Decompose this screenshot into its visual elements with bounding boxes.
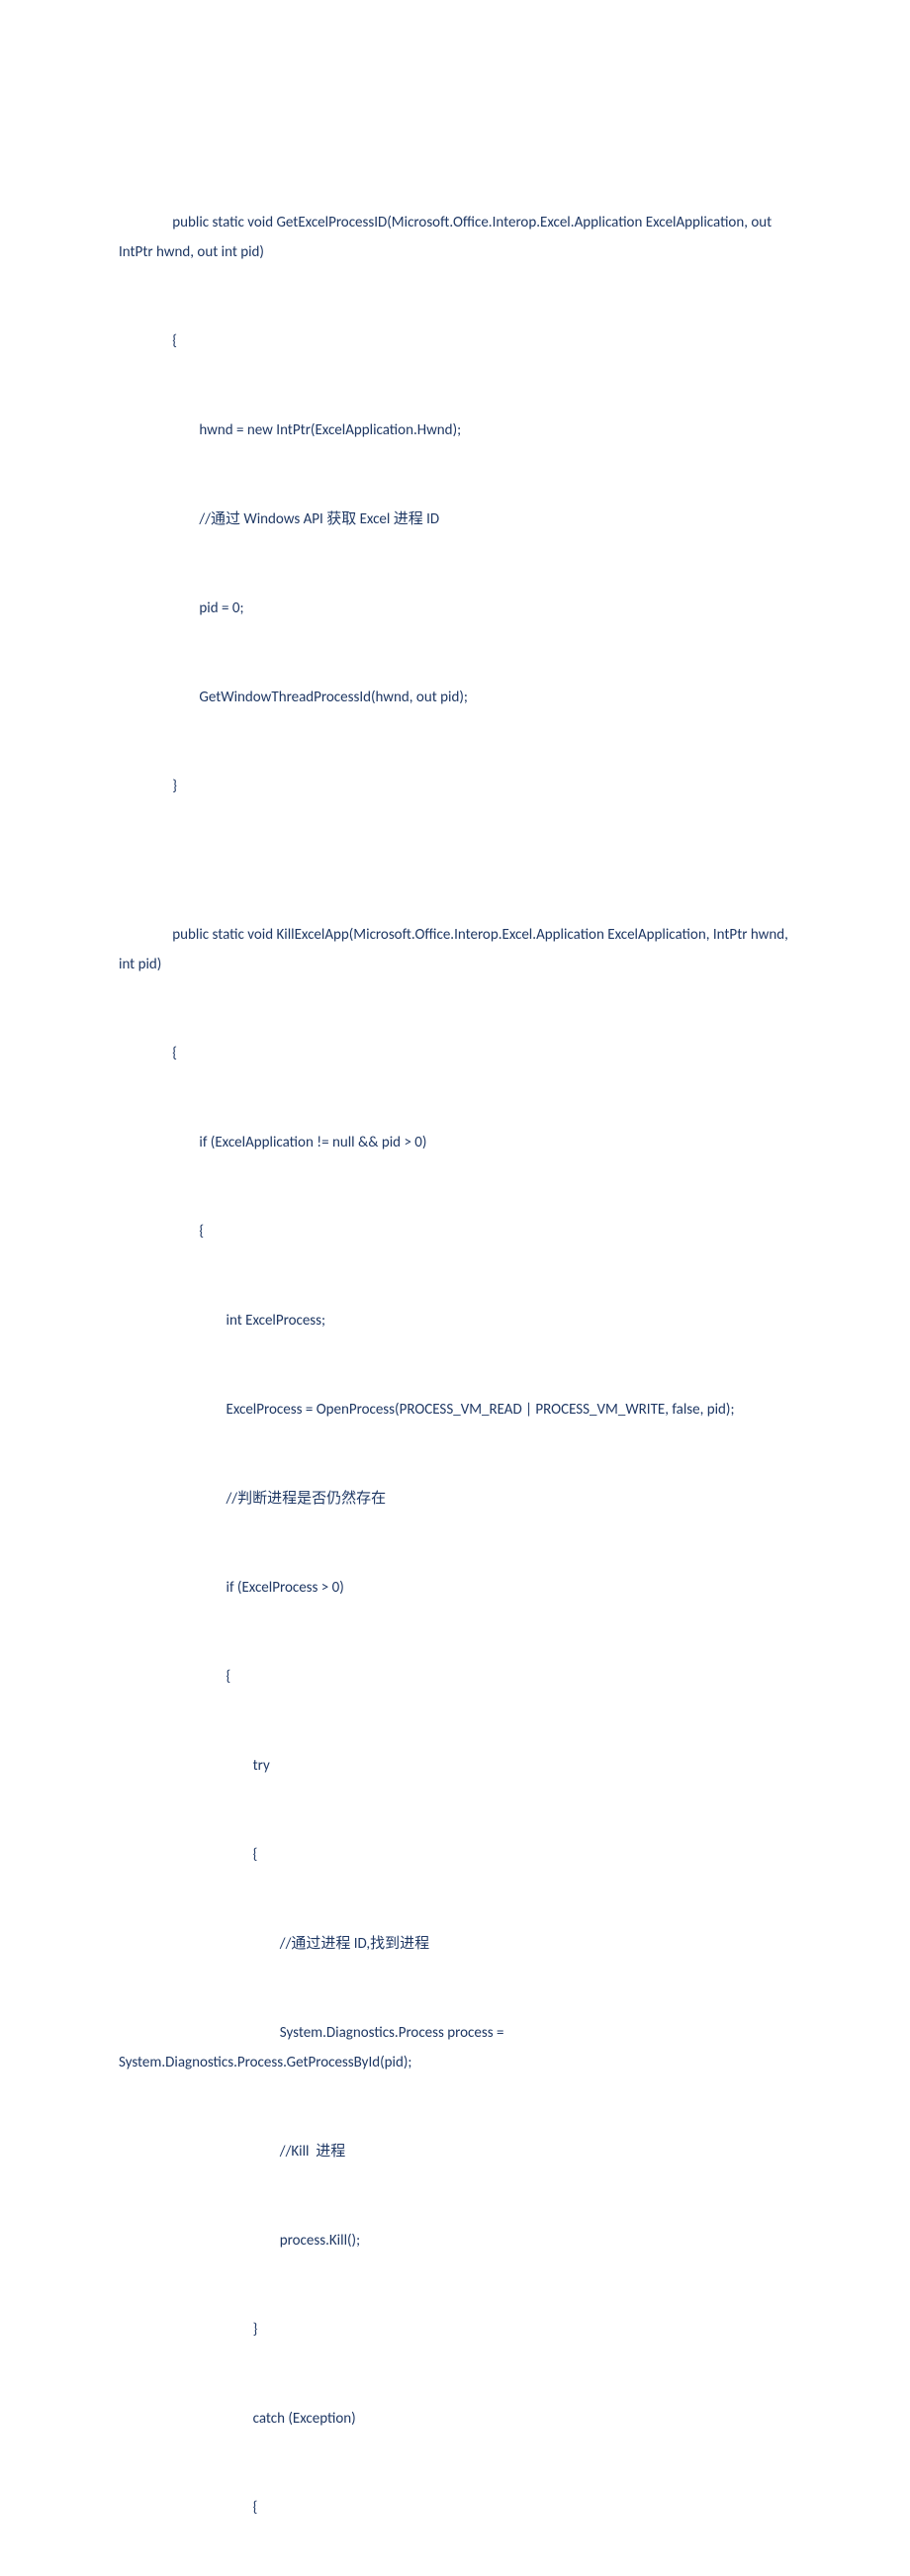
code-line: //通过 Windows API 获取 Excel 进程 ID (119, 505, 791, 534)
code-line: { (119, 1039, 791, 1068)
code-line: //通过进程 ID,找到进程 (119, 1929, 791, 1959)
code-line: pid = 0; (119, 594, 791, 623)
code-line: if (ExcelProcess > 0) (119, 1573, 791, 1603)
code-line: GetWindowThreadProcessId(hwnd, out pid); (119, 683, 791, 712)
code-line: public static void KillExcelApp(Microsof… (119, 920, 791, 979)
code-line: System.Diagnostics.Process process = Sys… (119, 2018, 791, 2077)
code-line: { (119, 1217, 791, 1246)
code-line: { (119, 2493, 791, 2523)
code-line: if (ExcelApplication != null && pid > 0) (119, 1128, 791, 1157)
code-line: //判断进程是否仍然存在 (119, 1484, 791, 1514)
code-block: public static void GetExcelProcessID(Mic… (119, 148, 791, 2576)
code-line: //Kill 进程 (119, 2137, 791, 2166)
code-line: { (119, 1840, 791, 1870)
code-line: int ExcelProcess; (119, 1306, 791, 1335)
code-line: ExcelProcess = OpenProcess(PROCESS_VM_RE… (119, 1395, 791, 1425)
code-line: } (119, 2315, 791, 2345)
code-line: } (119, 772, 791, 801)
code-line: process.Kill(); (119, 2226, 791, 2255)
code-line: try (119, 1751, 791, 1781)
code-line: public static void GetExcelProcessID(Mic… (119, 208, 791, 267)
code-line: catch (Exception) (119, 2404, 791, 2434)
code-line: hwnd = new IntPtr(ExcelApplication.Hwnd)… (119, 415, 791, 445)
code-line: { (119, 1662, 791, 1692)
code-line: { (119, 326, 791, 356)
